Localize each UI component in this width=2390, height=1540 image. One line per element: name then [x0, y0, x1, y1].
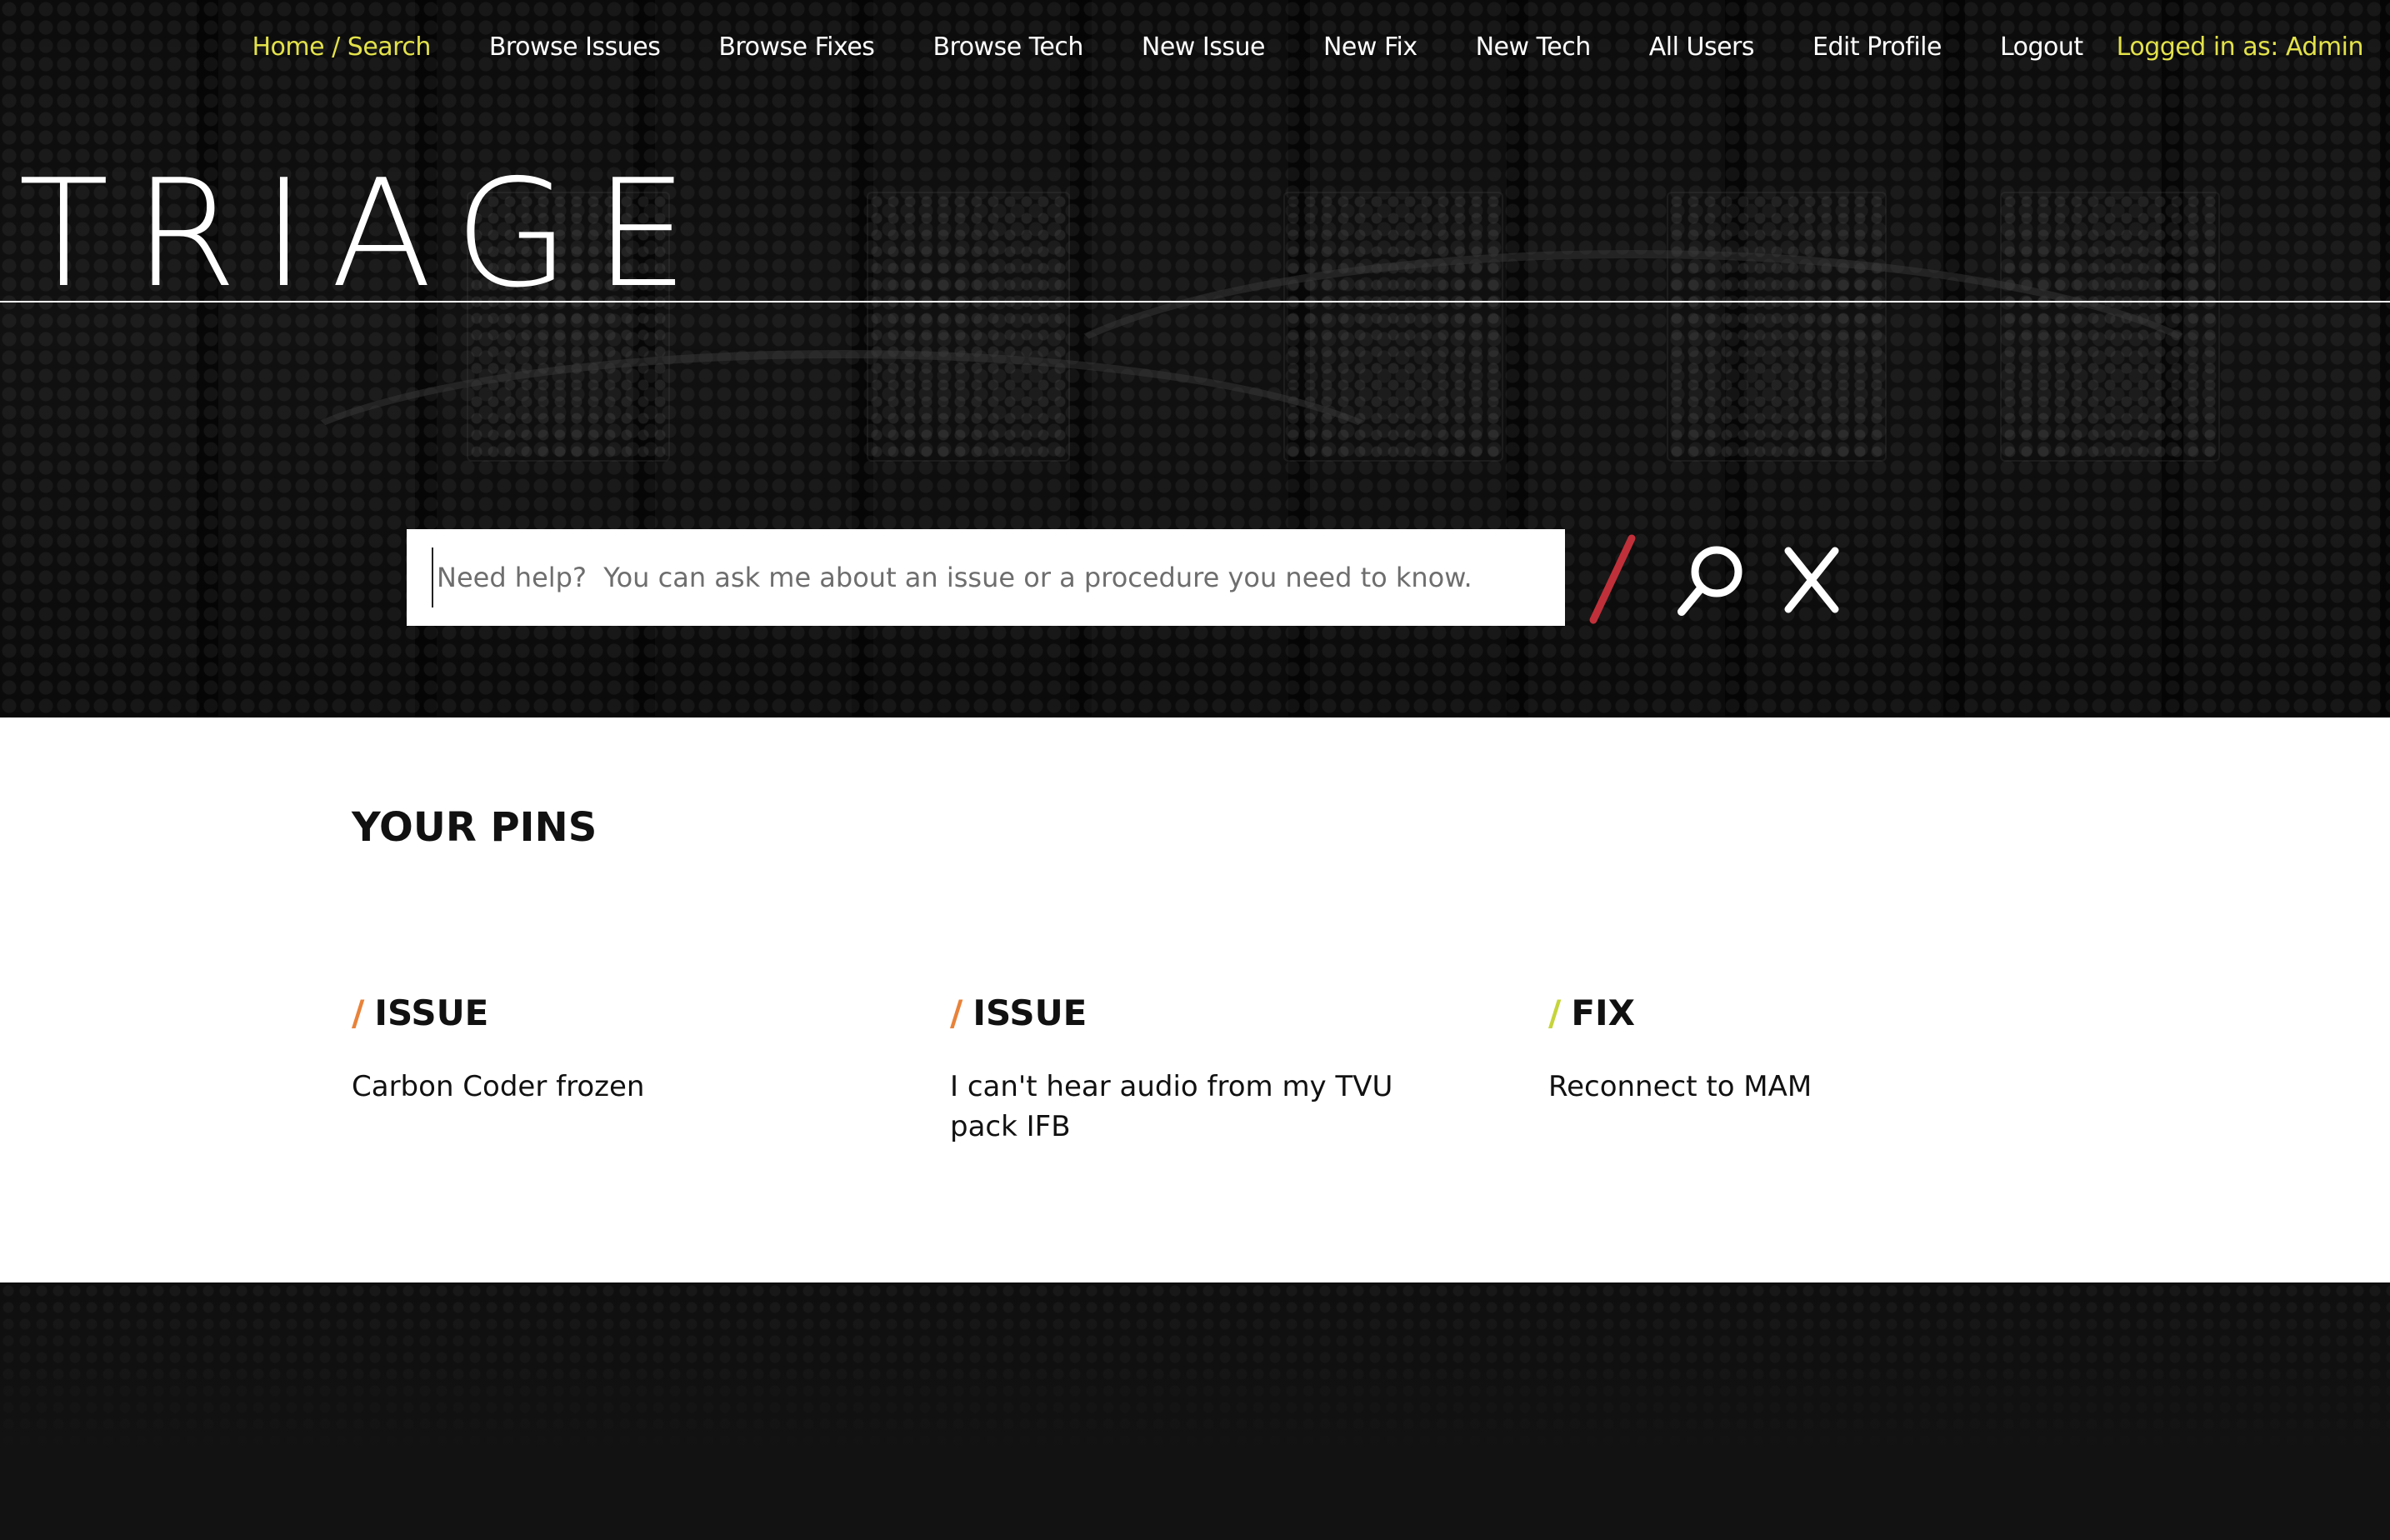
pin-card: / FIX Reconnect to MAM: [1548, 992, 2048, 1107]
pin-title-link[interactable]: I can't hear audio from my TVU pack IFB: [950, 1067, 1450, 1147]
pin-type-label: / FIX: [1548, 992, 2048, 1033]
pin-slash-mark: /: [352, 992, 365, 1033]
pin-title-link[interactable]: Carbon Coder frozen: [352, 1067, 852, 1107]
nav-new-issue[interactable]: New Issue: [1142, 32, 1266, 62]
nav-home-search[interactable]: Home / Search: [252, 32, 432, 62]
search-box: [407, 529, 1565, 626]
pin-slash-mark: /: [950, 992, 963, 1033]
search-icon[interactable]: [1675, 542, 1745, 618]
search-input[interactable]: [432, 548, 1540, 608]
nav-new-fix[interactable]: New Fix: [1323, 32, 1418, 62]
pin-type-label: / ISSUE: [950, 992, 1450, 1033]
pin-slash-mark: /: [1548, 992, 1562, 1033]
logged-in-user-label: Logged in as: Admin: [2116, 32, 2364, 62]
pin-type-text: ISSUE: [972, 992, 1088, 1033]
pins-section: YOUR PINS / ISSUE Carbon Coder frozen / IS…: [0, 718, 2390, 1282]
pin-type-label: / ISSUE: [352, 992, 852, 1033]
nav-all-users[interactable]: All Users: [1649, 32, 1755, 62]
pin-card: / ISSUE I can't hear audio from my TVU pa…: [950, 992, 1450, 1147]
nav-browse-fixes[interactable]: Browse Fixes: [718, 32, 875, 62]
pin-type-text: ISSUE: [374, 992, 489, 1033]
pins-heading: YOUR PINS: [352, 804, 598, 851]
close-icon[interactable]: [1782, 546, 1842, 614]
nav-browse-tech[interactable]: Browse Tech: [932, 32, 1083, 62]
nav-new-tech[interactable]: New Tech: [1476, 32, 1592, 62]
pin-card: / ISSUE Carbon Coder frozen: [352, 992, 852, 1107]
top-navigation: Home / Search Browse Issues Browse Fixes…: [194, 23, 2364, 70]
pin-title-link[interactable]: Reconnect to MAM: [1548, 1067, 2048, 1107]
site-logo: TRIAGE: [18, 148, 713, 320]
nav-browse-issues[interactable]: Browse Issues: [489, 32, 661, 62]
page-footer: [0, 1282, 2390, 1540]
nav-logout[interactable]: Logout: [2000, 32, 2083, 62]
pin-type-text: FIX: [1571, 992, 1636, 1033]
nav-edit-profile[interactable]: Edit Profile: [1812, 32, 1942, 62]
slash-icon: [1589, 534, 1636, 624]
hero-banner: Home / Search Browse Issues Browse Fixes…: [0, 0, 2390, 718]
logo-divider: [0, 301, 2390, 302]
